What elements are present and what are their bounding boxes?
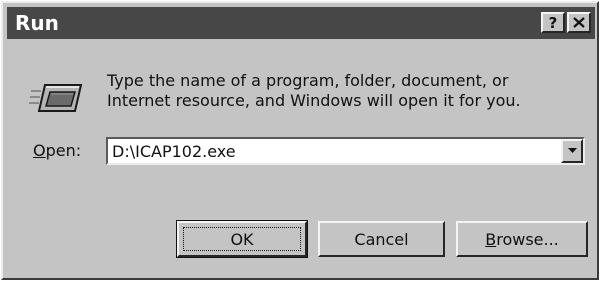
- title-bar[interactable]: Run ?: [7, 7, 595, 39]
- browse-label-accelerator: B: [485, 229, 497, 249]
- browse-button[interactable]: Browse...: [456, 221, 588, 257]
- browse-label-rest: rowse...: [496, 229, 559, 249]
- instructions-line-1: Type the name of a program, folder, docu…: [107, 71, 509, 90]
- run-dialog: Run ? Type the name of a program, folder…: [1, 1, 599, 280]
- close-icon: [573, 17, 585, 28]
- open-label: Open:: [33, 141, 81, 160]
- cancel-button[interactable]: Cancel: [318, 221, 445, 257]
- open-combobox[interactable]: [106, 137, 585, 165]
- cancel-label: Cancel: [354, 229, 409, 249]
- browse-label: Browse...: [485, 230, 559, 249]
- window-title: Run: [15, 11, 59, 35]
- open-label-accelerator: O: [33, 141, 46, 160]
- open-label-rest: pen:: [45, 141, 82, 160]
- open-input[interactable]: [108, 139, 560, 163]
- close-button[interactable]: [567, 12, 591, 33]
- instructions-line-2: Internet resource, and Windows will open…: [107, 91, 521, 110]
- help-label: ?: [548, 13, 558, 32]
- instructions-text: Type the name of a program, folder, docu…: [107, 71, 577, 111]
- ok-button[interactable]: OK: [176, 220, 308, 258]
- run-dialog-icon: [29, 84, 83, 112]
- chevron-down-icon: [567, 148, 577, 153]
- open-dropdown-button[interactable]: [561, 139, 583, 163]
- help-button[interactable]: ?: [541, 12, 565, 33]
- ok-focus-ring: [183, 227, 301, 251]
